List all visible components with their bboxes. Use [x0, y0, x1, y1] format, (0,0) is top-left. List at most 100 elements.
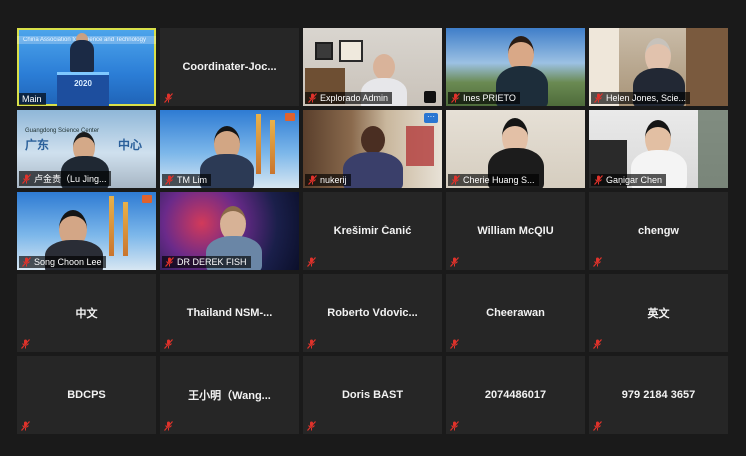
plant: [698, 110, 728, 188]
participant-tile[interactable]: Cheerawan: [446, 274, 585, 352]
podium: 2020: [57, 72, 109, 106]
mic-muted-icon: [165, 175, 174, 185]
participant-name: 979 2184 3657: [621, 389, 696, 401]
participant-tile[interactable]: 979 2184 3657: [589, 356, 728, 434]
participant-name: Thailand NSM-...: [186, 307, 273, 319]
participant-name-label: Ines PRIETO: [448, 92, 520, 104]
participant-name: Cherie Huang S...: [463, 175, 535, 185]
participant-name: 2074486017: [484, 389, 547, 401]
participant-tile[interactable]: 英文: [589, 274, 728, 352]
participant-name: TM Lim: [177, 175, 207, 185]
participant-tile[interactable]: Gaņigar Chen: [589, 110, 728, 188]
mic-muted-icon: [22, 173, 31, 184]
podium-year: 2020: [74, 79, 92, 88]
participant-name-label: DR DEREK FISH: [162, 256, 251, 268]
more-options-icon[interactable]: ···: [424, 113, 438, 123]
mic-muted-icon: [307, 257, 316, 267]
mic-muted-icon: [164, 93, 173, 103]
participant-name: Krešimir Čanić: [333, 225, 412, 237]
mic-muted-icon: [450, 339, 459, 349]
mic-muted-icon: [21, 339, 30, 349]
participant-name: Roberto Vdovic...: [327, 307, 418, 319]
participant-tile[interactable]: 2074486017: [446, 356, 585, 434]
person-head: [361, 126, 385, 154]
participant-name: Helen Jones, Scie...: [606, 93, 687, 103]
participant-name: Doris BAST: [341, 389, 404, 401]
participant-name: William McQIU: [477, 225, 554, 237]
participant-name-label: Helen Jones, Scie...: [591, 92, 691, 104]
mic-muted-icon: [307, 339, 316, 349]
participant-tile[interactable]: ··· nukerij: [303, 110, 442, 188]
participant-name-label: Cherie Huang S...: [448, 174, 539, 186]
participant-tile[interactable]: Doris BAST: [303, 356, 442, 434]
mic-muted-icon: [307, 421, 316, 431]
participant-tile[interactable]: Guangdong Science Center 广东 中心 卢金贵（Lu Ji…: [17, 110, 156, 188]
participant-name-label: Explorado Admin: [305, 92, 393, 104]
participant-name-label: Song Choon Lee: [19, 256, 106, 268]
participant-tile[interactable]: Song Choon Lee: [17, 192, 156, 270]
participant-name: chengw: [638, 225, 679, 237]
participant-tile[interactable]: Explorado Admin: [303, 28, 442, 106]
participant-name: Explorado Admin: [320, 93, 389, 103]
participant-tile[interactable]: Roberto Vdovic...: [303, 274, 442, 352]
mic-muted-icon: [451, 175, 460, 185]
participant-name-label: Main: [19, 93, 46, 105]
mic-muted-icon: [594, 93, 603, 103]
participant-name: Coordinater-Joc...: [182, 61, 277, 73]
participant-tile[interactable]: Cherie Huang S...: [446, 110, 585, 188]
participant-name: 王小明（Wang...: [188, 390, 271, 402]
mic-muted-icon: [451, 93, 460, 103]
person-head: [373, 54, 395, 80]
participant-tile[interactable]: Coordinater-Joc...: [160, 28, 299, 106]
mic-muted-icon: [308, 93, 317, 103]
participant-gallery: China Association for Science and Techno…: [17, 28, 728, 434]
tower: [109, 196, 114, 256]
participant-tile[interactable]: China Association for Science and Techno…: [17, 28, 156, 106]
mic-muted-icon: [308, 175, 317, 185]
wall-picture: [339, 40, 363, 62]
tower: [123, 202, 128, 256]
mic-muted-icon: [164, 339, 173, 349]
speaker-body: [70, 40, 94, 72]
participant-tile[interactable]: DR DEREK FISH: [160, 192, 299, 270]
mic-muted-icon: [450, 257, 459, 267]
participant-tile[interactable]: Helen Jones, Scie...: [589, 28, 728, 106]
bookshelf: [686, 28, 728, 106]
participant-name: Song Choon Lee: [34, 257, 102, 267]
center-sign-cn2: 中心: [117, 138, 142, 152]
participant-name: nukerij: [320, 175, 347, 185]
participant-tile[interactable]: Ines PRIETO: [446, 28, 585, 106]
participant-name-label: 卢金贵（Lu Jing...: [19, 171, 111, 186]
participant-tile[interactable]: 王小明（Wang...: [160, 356, 299, 434]
participant-name: 中文: [75, 308, 98, 320]
poster: [406, 126, 434, 166]
wall-picture: [315, 42, 333, 60]
participant-name: BDCPS: [67, 389, 106, 401]
participant-name: 英文: [647, 308, 670, 320]
participant-name: Main: [22, 94, 42, 104]
participant-tile[interactable]: chengw: [589, 192, 728, 270]
corner-logo: [285, 113, 295, 121]
participant-tile[interactable]: BDCPS: [17, 356, 156, 434]
participant-name-label: TM Lim: [162, 174, 211, 186]
participant-tile[interactable]: 中文: [17, 274, 156, 352]
mic-muted-icon: [593, 257, 602, 267]
participant-tile[interactable]: Thailand NSM-...: [160, 274, 299, 352]
mic-muted-icon: [22, 257, 31, 267]
mic-muted-icon: [450, 421, 459, 431]
mic-muted-icon: [21, 421, 30, 431]
tower: [256, 114, 261, 174]
participant-tile[interactable]: William McQIU: [446, 192, 585, 270]
center-sign-cn: 广东: [25, 138, 50, 152]
participant-tile[interactable]: Krešimir Čanić: [303, 192, 442, 270]
participant-name-label: Gaņigar Chen: [591, 174, 667, 186]
participant-tile[interactable]: TM Lim: [160, 110, 299, 188]
person-body: [343, 152, 403, 188]
participant-name: DR DEREK FISH: [177, 257, 247, 267]
mic-muted-icon: [164, 421, 173, 431]
mic-muted-icon: [593, 421, 602, 431]
mic-muted-icon: [593, 339, 602, 349]
participant-name: Gaņigar Chen: [606, 175, 663, 185]
corner-logo: [142, 195, 152, 203]
mic-muted-icon: [165, 257, 174, 267]
